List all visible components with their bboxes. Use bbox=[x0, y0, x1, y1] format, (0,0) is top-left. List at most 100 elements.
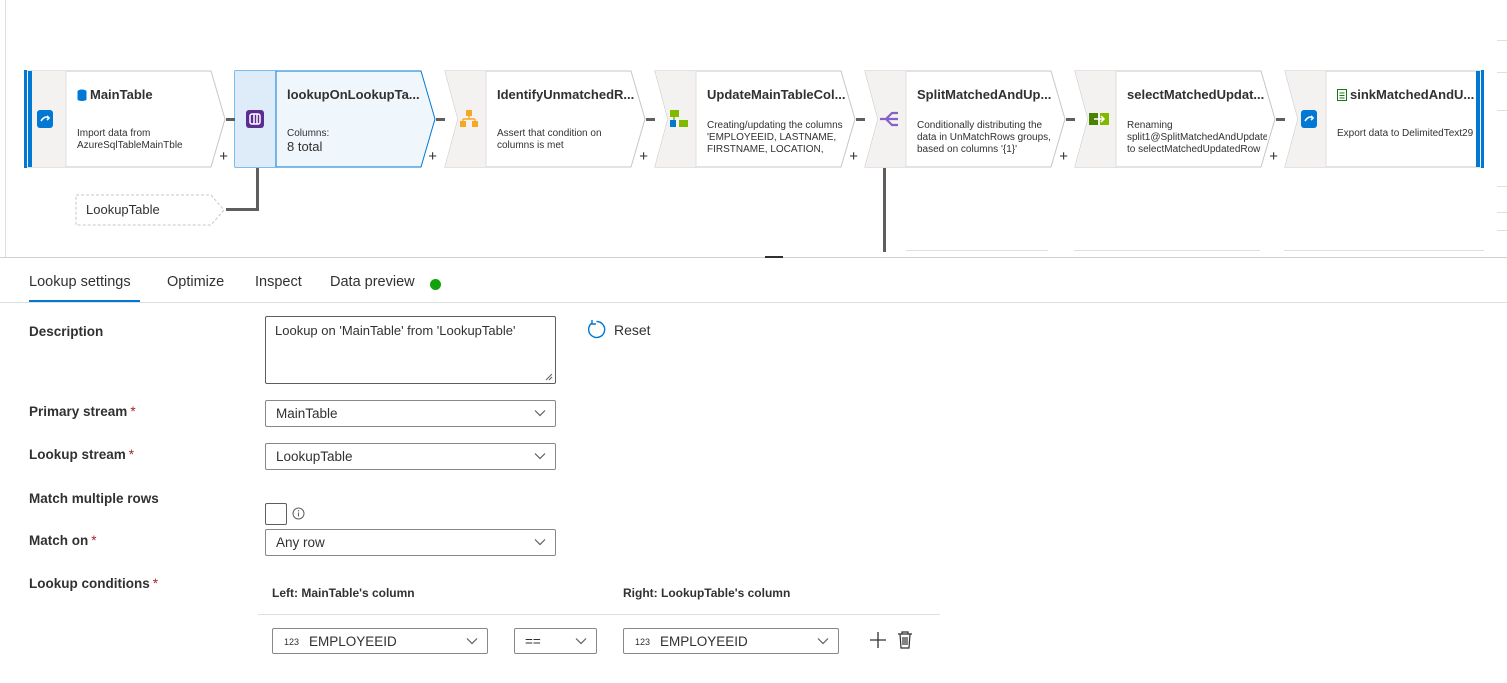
left-column-header: Left: MainTable's column bbox=[272, 586, 415, 600]
node-title: lookupOnLookupTa... bbox=[287, 87, 420, 102]
tab-data-preview[interactable]: Data preview bbox=[330, 274, 415, 290]
node-title-text: sinkMatchedAndU... bbox=[1350, 87, 1475, 102]
assert-icon bbox=[448, 70, 490, 168]
node-description: Conditionally distributing the data in U… bbox=[917, 120, 1051, 155]
node-conditional-split[interactable]: SplitMatchedAndUp... Conditionally distr… bbox=[864, 70, 1068, 168]
add-transform-button[interactable]: + bbox=[639, 149, 648, 164]
node-lookup-selected[interactable]: lookupOnLookupTa... Columns: 8 total + bbox=[234, 70, 437, 168]
match-on-select[interactable]: Any row bbox=[265, 529, 556, 556]
info-icon[interactable] bbox=[292, 507, 305, 520]
description-text: Lookup on 'MainTable' from 'LookupTable' bbox=[275, 323, 516, 338]
add-transform-button[interactable]: + bbox=[849, 149, 858, 164]
lookup-stream-label: LookupTable bbox=[86, 202, 160, 217]
match-multiple-label: Match multiple rows bbox=[29, 491, 159, 506]
right-column-select[interactable]: 123 EMPLOYEEID bbox=[623, 628, 839, 654]
right-column-value: EMPLOYEEID bbox=[660, 634, 748, 649]
node-description: Export data to DelimitedText29 bbox=[1337, 128, 1474, 139]
node-title: selectMatchedUpdat... bbox=[1127, 87, 1265, 102]
source-icon bbox=[24, 70, 66, 168]
chevron-down-icon bbox=[534, 539, 546, 546]
lookup-stream-value: LookupTable bbox=[276, 449, 353, 464]
node-sink[interactable]: sinkMatchedAndU... Export data to Delimi… bbox=[1284, 70, 1486, 168]
node-title: SplitMatchedAndUp... bbox=[917, 87, 1052, 102]
description-textarea[interactable]: Lookup on 'MainTable' from 'LookupTable' bbox=[265, 316, 556, 384]
split-icon bbox=[868, 70, 910, 168]
node-title: sinkMatchedAndU... bbox=[1337, 87, 1474, 102]
lookup-stream-field-label: Lookup stream * bbox=[29, 447, 134, 462]
lookup-connector-vertical bbox=[256, 168, 259, 210]
split-branch-connector bbox=[883, 168, 886, 252]
operator-value: == bbox=[525, 634, 541, 649]
node-title: MainTable bbox=[77, 87, 153, 102]
required-marker: * bbox=[91, 533, 97, 548]
lookup-conditions-label-text: Lookup conditions bbox=[29, 576, 150, 591]
match-on-label-text: Match on bbox=[29, 533, 89, 548]
node-description: Import data from AzureSqlTableMainTble bbox=[77, 128, 183, 151]
match-on-label: Match on * bbox=[29, 533, 97, 548]
add-transform-button[interactable]: + bbox=[428, 149, 437, 164]
right-column-header: Right: LookupTable's column bbox=[623, 586, 791, 600]
lookup-conditions-label: Lookup conditions * bbox=[29, 576, 158, 591]
description-label: Description bbox=[29, 324, 104, 339]
node-description: Creating/updating the columns 'EMPLOYEEI… bbox=[707, 120, 843, 155]
delimited-text-icon bbox=[1337, 89, 1347, 101]
lookup-stream-node[interactable]: LookupTable bbox=[75, 194, 225, 226]
primary-stream-label-text: Primary stream bbox=[29, 404, 128, 419]
branch-node-edge bbox=[1284, 250, 1484, 251]
left-column-value: EMPLOYEEID bbox=[309, 634, 397, 649]
required-marker: * bbox=[152, 576, 159, 591]
node-assert[interactable]: IdentifyUnmatchedR... Assert that condit… bbox=[444, 70, 648, 168]
add-transform-button[interactable]: + bbox=[219, 149, 228, 164]
match-multiple-checkbox[interactable] bbox=[265, 503, 287, 525]
node-description: Renaming split1@SplitMatchedAndUpdatedRo… bbox=[1127, 120, 1267, 155]
node-derived-column[interactable]: UpdateMainTableCol... Creating/updating … bbox=[654, 70, 858, 168]
match-on-value: Any row bbox=[276, 535, 325, 550]
database-icon bbox=[77, 89, 87, 101]
primary-stream-label: Primary stream * bbox=[29, 404, 136, 419]
select-icon bbox=[1078, 70, 1120, 168]
integer-type-badge: 123 bbox=[284, 637, 300, 647]
tab-optimize[interactable]: Optimize bbox=[167, 274, 224, 290]
settings-tabs: Lookup settings Optimize Inspect Data pr… bbox=[0, 258, 1507, 303]
operator-select[interactable]: == bbox=[514, 628, 597, 654]
node-source-maintable[interactable]: MainTable Import data from AzureSqlTable… bbox=[24, 70, 228, 168]
add-condition-icon[interactable] bbox=[868, 630, 888, 650]
conditions-header-divider bbox=[258, 614, 940, 615]
lookup-stream-label-text: Lookup stream bbox=[29, 447, 126, 462]
dataflow-canvas[interactable]: MainTable Import data from AzureSqlTable… bbox=[0, 0, 1507, 258]
add-transform-button[interactable]: + bbox=[1059, 149, 1068, 164]
node-title-text: MainTable bbox=[90, 87, 153, 102]
node-description: Assert that condition on columns is met bbox=[497, 128, 602, 151]
active-tab-indicator bbox=[29, 300, 140, 302]
canvas-left-border bbox=[5, 0, 6, 258]
derived-column-icon bbox=[658, 70, 700, 168]
resize-grip-icon[interactable] bbox=[545, 373, 553, 381]
lookup-icon bbox=[234, 70, 276, 168]
chevron-down-icon bbox=[534, 453, 546, 460]
integer-type-badge: 123 bbox=[635, 637, 651, 647]
primary-stream-select[interactable]: MainTable bbox=[265, 400, 556, 427]
reset-icon bbox=[588, 320, 606, 339]
chevron-down-icon bbox=[466, 638, 478, 645]
node-title: UpdateMainTableCol... bbox=[707, 87, 846, 102]
add-transform-button[interactable]: + bbox=[1269, 149, 1278, 164]
chevron-down-icon bbox=[534, 410, 546, 417]
required-marker: * bbox=[130, 404, 136, 419]
required-marker: * bbox=[128, 447, 135, 462]
lookup-connector-horizontal bbox=[226, 208, 259, 211]
lookup-stream-select[interactable]: LookupTable bbox=[265, 443, 556, 470]
branch-node-edge bbox=[906, 250, 1048, 251]
left-column-select[interactable]: 123 EMPLOYEEID bbox=[272, 628, 488, 654]
node-select[interactable]: selectMatchedUpdat... Renaming split1@Sp… bbox=[1074, 70, 1278, 168]
node-title: IdentifyUnmatchedR... bbox=[497, 87, 635, 102]
branch-node-edge bbox=[1074, 250, 1260, 251]
chevron-down-icon bbox=[575, 638, 587, 645]
delete-condition-icon[interactable] bbox=[896, 630, 914, 650]
chevron-down-icon bbox=[817, 638, 829, 645]
primary-stream-value: MainTable bbox=[276, 406, 338, 421]
reset-label: Reset bbox=[614, 322, 651, 338]
tab-inspect[interactable]: Inspect bbox=[255, 274, 302, 290]
tab-lookup-settings[interactable]: Lookup settings bbox=[29, 274, 131, 290]
status-dot-icon bbox=[430, 279, 441, 290]
sink-icon bbox=[1288, 70, 1330, 168]
